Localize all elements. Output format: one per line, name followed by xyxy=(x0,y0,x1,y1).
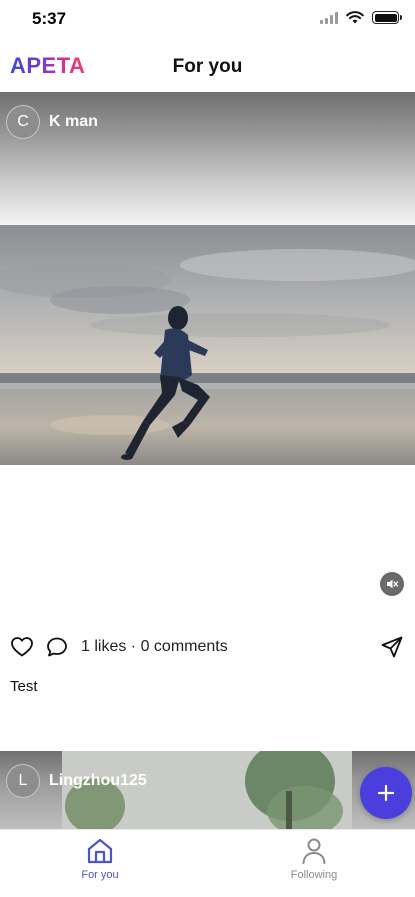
author-name[interactable]: Lingzhou125 xyxy=(49,772,147,790)
send-icon xyxy=(381,636,403,658)
page-title: For you xyxy=(172,56,243,77)
tab-label: Following xyxy=(290,869,338,881)
person-icon xyxy=(302,838,326,864)
heart-icon xyxy=(11,637,33,657)
speaker-muted-icon xyxy=(387,579,399,589)
bottom-tab-bar: For you Following xyxy=(0,829,415,897)
post-card: C K man 1 likes · 0 comments Test xyxy=(0,92,415,695)
status-bar: 5:37 xyxy=(0,0,415,40)
app-header: APETA For you xyxy=(0,40,415,92)
home-icon xyxy=(87,838,113,864)
post-caption: Test xyxy=(10,678,38,695)
status-time: 5:37 xyxy=(32,9,67,28)
author-name[interactable]: K man xyxy=(49,113,98,131)
cellular-signal-icon xyxy=(320,11,338,24)
tab-for-you[interactable]: For you xyxy=(40,836,160,881)
comment-button[interactable] xyxy=(45,635,69,659)
next-post-preview[interactable]: L Lingzhou125 xyxy=(0,751,415,829)
status-icons xyxy=(320,11,402,24)
post-header[interactable]: C K man xyxy=(6,105,98,139)
next-post-header[interactable]: L Lingzhou125 xyxy=(6,764,147,798)
avatar[interactable]: C xyxy=(6,105,40,139)
plus-icon xyxy=(377,784,395,802)
post-actions: 1 likes · 0 comments xyxy=(0,632,415,662)
tab-following[interactable]: Following xyxy=(254,836,374,881)
mute-button[interactable] xyxy=(380,572,404,596)
like-button[interactable] xyxy=(10,635,34,659)
tab-label: For you xyxy=(81,869,119,881)
comment-icon xyxy=(47,637,67,657)
avatar[interactable]: L xyxy=(6,764,40,798)
post-stats: 1 likes · 0 comments xyxy=(81,638,228,655)
wifi-icon xyxy=(346,11,364,24)
share-button[interactable] xyxy=(380,635,404,659)
post-media[interactable]: C K man xyxy=(0,92,415,612)
create-post-button[interactable] xyxy=(360,767,412,819)
video-frame[interactable] xyxy=(0,225,415,465)
battery-icon xyxy=(372,11,402,24)
